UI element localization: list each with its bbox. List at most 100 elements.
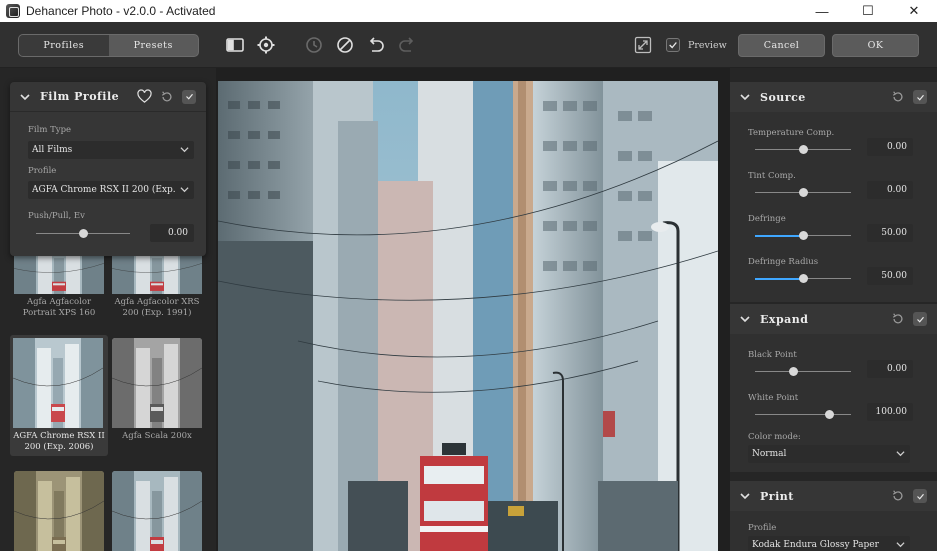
profile-select[interactable]: AGFA Chrome RSX II 200 (Exp. 2006) (28, 181, 194, 199)
checkmark-icon (916, 93, 925, 102)
redo-icon[interactable] (396, 34, 418, 56)
color-mode-select[interactable]: Normal (748, 445, 910, 463)
print-profile-value: Kodak Endura Glossy Paper (752, 540, 879, 550)
param-label: Black Point (748, 350, 797, 360)
print-profile-select[interactable]: Kodak Endura Glossy Paper (748, 536, 910, 551)
param-value[interactable]: 0.00 (867, 360, 913, 378)
preview-photo[interactable] (218, 81, 718, 551)
film-type-label: Film Type (28, 125, 72, 135)
chevron-down-icon (896, 542, 905, 548)
param-slider[interactable] (755, 371, 851, 372)
film-thumbnail-label: Agfa Agfacolor Portrait XPS 160 (14, 297, 104, 319)
tab-profiles[interactable]: Profiles (19, 35, 109, 56)
reset-icon[interactable] (891, 312, 905, 326)
param-value[interactable]: 100.00 (867, 403, 913, 421)
reset-all-icon[interactable] (334, 34, 356, 56)
expand-section-enable-checkbox[interactable] (913, 312, 927, 326)
film-thumbnail[interactable]: Agfa Scala 200x (112, 338, 202, 442)
print-profile-label: Profile (748, 523, 777, 533)
print-section-enable-checkbox[interactable] (913, 489, 927, 503)
expand-section-title: Expand (760, 312, 809, 326)
film-thumbnail-label-line: 200 (Exp. 2006) (24, 442, 94, 452)
reset-icon[interactable] (891, 90, 905, 104)
split-view-icon[interactable] (224, 34, 246, 56)
fullscreen-icon[interactable] (632, 34, 654, 56)
checkmark-icon (916, 315, 925, 324)
film-thumbnail-image (112, 338, 202, 428)
chevron-down-icon[interactable] (20, 92, 30, 102)
film-thumbnail-label-line: Agfa Scala 200x (122, 431, 192, 441)
param-label: White Point (748, 393, 799, 403)
param-slider[interactable] (755, 414, 851, 415)
history-icon[interactable] (303, 34, 325, 56)
film-thumbnail[interactable] (112, 471, 202, 551)
minimize-button[interactable]: — (799, 0, 845, 22)
settings-icon[interactable] (255, 34, 277, 56)
film-thumbnail-image (13, 338, 103, 428)
param-slider-knob[interactable] (788, 367, 798, 376)
checkmark-icon (185, 93, 193, 100)
cancel-button[interactable]: Cancel (738, 34, 825, 57)
checkmark-icon (916, 492, 925, 501)
chevron-down-icon[interactable] (740, 491, 750, 501)
source-section-enable-checkbox[interactable] (913, 90, 927, 104)
film-type-select[interactable]: All Films (28, 141, 194, 159)
film-type-value: All Films (32, 145, 73, 155)
close-button[interactable]: ✕ (891, 0, 937, 22)
param-value[interactable]: 50.00 (867, 267, 913, 285)
film-thumbnail-label: Agfa Scala 200x (112, 431, 202, 442)
reset-icon[interactable] (891, 489, 905, 503)
color-mode-label: Color mode: (748, 432, 801, 442)
mode-switch: Profiles Presets (18, 34, 199, 57)
film-thumbnail[interactable]: Agfa Agfacolor Portrait XPS 160 (14, 248, 104, 319)
film-thumbnail-image (112, 471, 202, 551)
profile-label: Profile (28, 166, 57, 176)
film-thumbnail[interactable]: Agfa Agfacolor XRS 200 (Exp. 1991) (112, 248, 202, 319)
param-slider-knob[interactable] (798, 231, 808, 240)
param-label: Defringe Radius (748, 257, 819, 267)
maximize-button[interactable]: ☐ (845, 0, 891, 22)
film-profile-title: Film Profile (40, 90, 120, 103)
param-slider-knob[interactable] (798, 274, 808, 283)
toolbar: Profiles Presets Preview Cancel OK (0, 22, 937, 68)
chevron-down-icon (896, 451, 905, 457)
window-title: Dehancer Photo - v2.0.0 - Activated (26, 4, 216, 18)
preview-checkbox[interactable] (666, 38, 680, 52)
profiles-panel: Film Profile Film Type All Films Profile… (0, 68, 216, 551)
film-profile-header[interactable]: Film Profile (10, 82, 206, 112)
favorite-heart-icon[interactable] (137, 89, 152, 104)
param-slider-fill (755, 234, 803, 237)
film-profile-enable-checkbox[interactable] (182, 89, 196, 104)
adjustments-panel: Source Temperature Comp. 0.00 Tint Comp. 0.… (730, 68, 937, 551)
param-label: Defringe (748, 214, 786, 224)
film-thumbnail-label-line: 200 (Exp. 1991) (122, 308, 192, 318)
chevron-down-icon[interactable] (740, 92, 750, 102)
expand-section-header[interactable]: Expand (730, 304, 937, 334)
film-thumbnail-label-line: Portrait XPS 160 (22, 308, 96, 318)
print-section-header[interactable]: Print (730, 481, 937, 511)
ok-button[interactable]: OK (832, 34, 919, 57)
print-section-title: Print (760, 489, 794, 503)
source-section-title: Source (760, 90, 806, 104)
title-bar: Dehancer Photo - v2.0.0 - Activated — ☐ … (0, 0, 937, 22)
chevron-down-icon[interactable] (740, 314, 750, 324)
source-section-header[interactable]: Source (730, 82, 937, 112)
undo-icon[interactable] (365, 34, 387, 56)
param-slider-fill (755, 277, 803, 280)
push-pull-value[interactable]: 0.00 (150, 224, 194, 242)
film-thumbnail-label: AGFA Chrome RSX II 200 (Exp. 2006) (13, 431, 105, 453)
param-slider-knob[interactable] (798, 145, 808, 154)
film-thumbnail[interactable]: AGFA Chrome RSX II 200 (Exp. 2006) (10, 335, 108, 456)
push-pull-label: Push/Pull, Ev (28, 211, 85, 221)
param-value[interactable]: 0.00 (867, 181, 913, 199)
tab-presets[interactable]: Presets (109, 35, 199, 56)
param-value[interactable]: 0.00 (867, 138, 913, 156)
push-pull-slider-knob[interactable] (78, 229, 88, 238)
reset-icon[interactable] (160, 90, 174, 104)
film-thumbnail[interactable] (14, 471, 104, 551)
film-thumbnail-label: Agfa Agfacolor XRS 200 (Exp. 1991) (112, 297, 202, 319)
param-slider-knob[interactable] (798, 188, 808, 197)
param-label: Temperature Comp. (748, 128, 835, 138)
param-value[interactable]: 50.00 (867, 224, 913, 242)
param-label: Tint Comp. (748, 171, 796, 181)
